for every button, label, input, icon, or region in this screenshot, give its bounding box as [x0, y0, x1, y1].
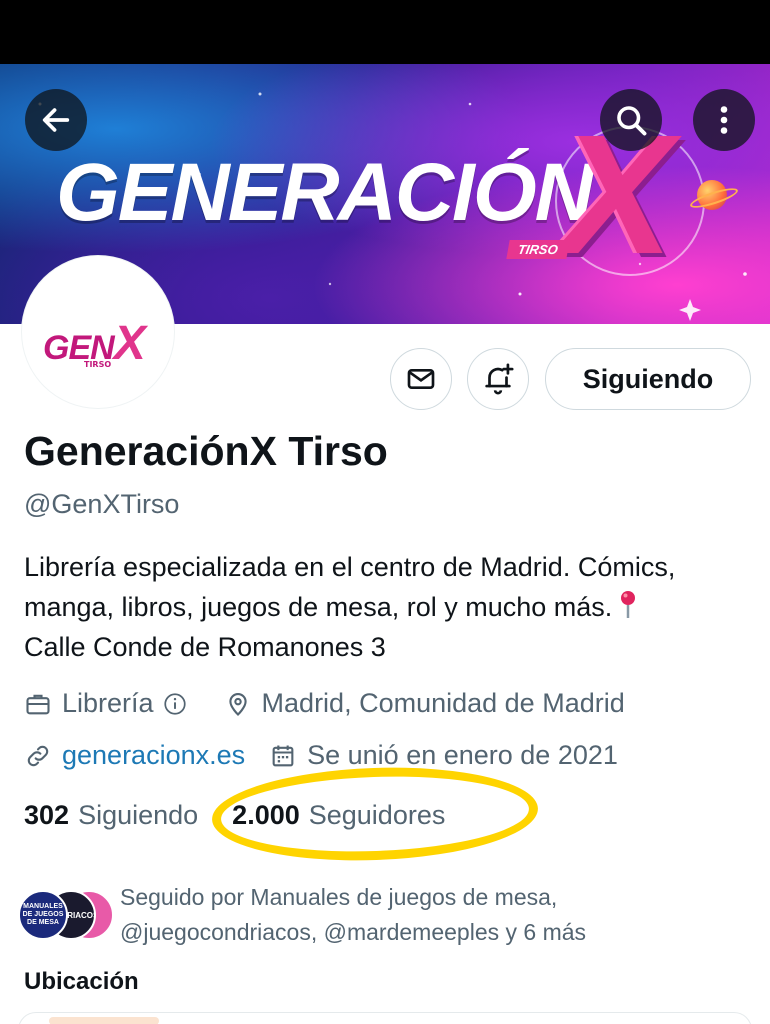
banner-subtitle: TIRSO: [506, 240, 570, 259]
bio-line: Calle Conde de Romanones 3: [24, 632, 386, 662]
message-button[interactable]: [390, 348, 452, 410]
location-card[interactable]: [18, 1012, 752, 1024]
link-icon: [27, 745, 49, 766]
bio-line-with-pin: manga, libros, juegos de mesa, rol y muc…: [24, 587, 764, 627]
more-vertical-icon: [720, 106, 728, 134]
profile-avatar[interactable]: GENX TIRSO: [22, 256, 174, 408]
website-link[interactable]: generacionx.es: [62, 740, 245, 771]
followers-label: Seguidores: [308, 800, 446, 830]
location-pin-icon: [228, 692, 247, 716]
profile-bio: Librería especializada en el centro de M…: [24, 547, 764, 667]
calendar-icon: [272, 745, 294, 766]
more-options-button[interactable]: [693, 89, 755, 151]
arrow-left-icon: [42, 108, 70, 132]
follow-stats: 302 Siguiendo 2.000 Seguidores: [24, 800, 445, 831]
banner-title: GENERACIÓN: [56, 147, 594, 238]
briefcase-icon: [26, 694, 50, 714]
category-label: Librería: [62, 688, 154, 718]
profile-handle: @GenXTirso: [24, 489, 180, 519]
card-accent: [49, 1017, 159, 1024]
search-button[interactable]: [600, 89, 662, 151]
profile-meta-row: generacionx.es Se unió en enero de 2021: [24, 740, 618, 771]
followed-by-section[interactable]: MANUALES DE JUEGOS DE MESA CONDRIACOS Se…: [18, 880, 740, 950]
round-pushpin-icon: [621, 591, 636, 618]
location-label: Madrid, Comunidad de Madrid: [261, 688, 625, 718]
profile-meta-row: Librería Madrid, Comunidad de Madrid: [24, 688, 625, 719]
bio-line: Librería especializada en el centro de M…: [24, 552, 676, 582]
followers-stat[interactable]: 2.000 Seguidores: [232, 800, 445, 831]
following-button[interactable]: Siguiendo: [545, 348, 751, 410]
info-icon[interactable]: [162, 691, 188, 717]
profile-name: GeneraciónX Tirso: [24, 428, 388, 474]
avatar-logo-subtext: TIRSO: [84, 360, 112, 369]
mutual-avatars: MANUALES DE JUEGOS DE MESA CONDRIACOS: [18, 886, 116, 946]
category-item: Librería: [24, 688, 198, 719]
following-stat[interactable]: 302 Siguiendo: [24, 800, 198, 831]
back-button[interactable]: [25, 89, 87, 151]
joined-label: Se unió en enero de 2021: [307, 740, 618, 770]
search-icon: [617, 106, 647, 136]
location-section-title: Ubicación: [24, 968, 139, 995]
following-count: 302: [24, 800, 70, 830]
location-item: Madrid, Comunidad de Madrid: [224, 688, 625, 719]
followed-by-text: Seguido por Manuales de juegos de mesa, …: [120, 884, 587, 945]
followers-count: 2.000: [232, 800, 300, 830]
planet-icon: [697, 180, 727, 210]
website-item[interactable]: generacionx.es: [24, 740, 245, 771]
following-label: Siguiendo: [78, 800, 199, 830]
mutual-avatar: MANUALES DE JUEGOS DE MESA: [18, 890, 68, 940]
bell-plus-icon: [485, 363, 514, 395]
joined-item: Se unió en enero de 2021: [269, 740, 618, 771]
mail-icon: [407, 369, 435, 389]
status-bar: [0, 0, 770, 64]
notifications-button[interactable]: [467, 348, 529, 410]
